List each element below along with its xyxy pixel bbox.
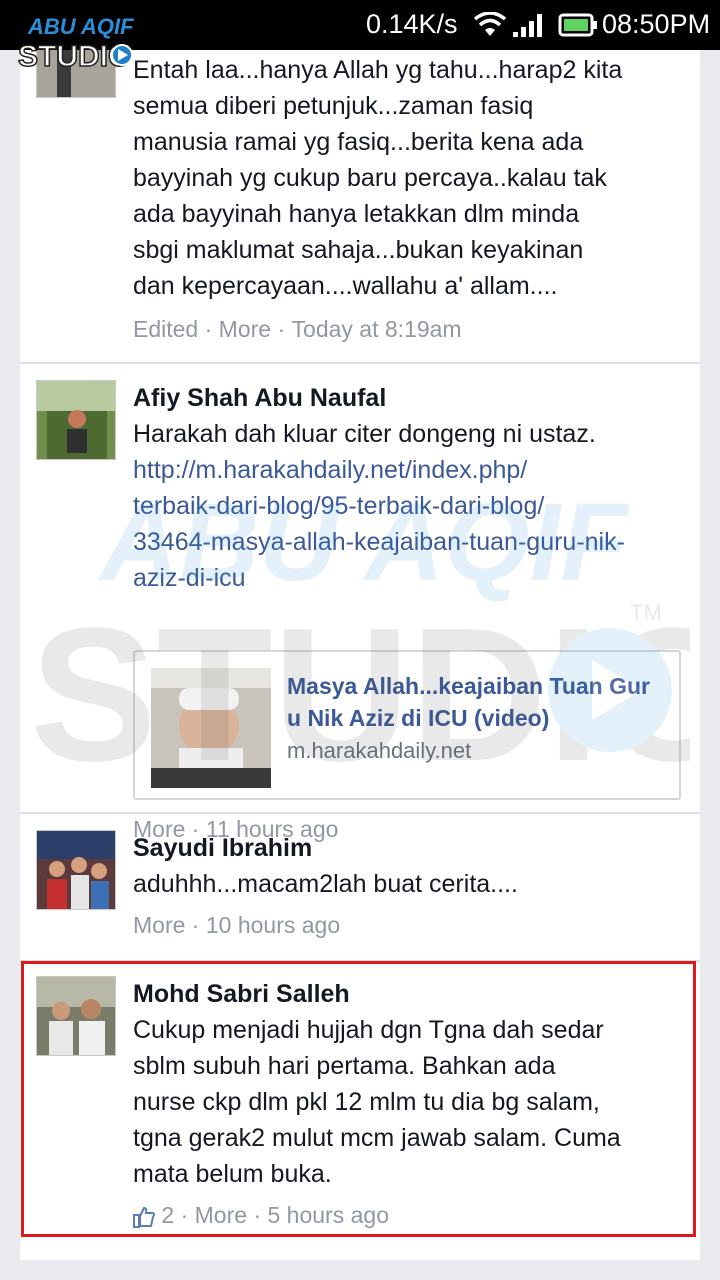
- clock: 08:50PM: [602, 9, 711, 39]
- comment-item: Afiy Shah Abu Naufal Harakah dah kluar c…: [20, 364, 700, 842]
- thumbs-up-icon[interactable]: [133, 1206, 155, 1228]
- preview-domain: m.harakahdaily.net: [287, 738, 472, 763]
- timestamp[interactable]: Today at 8:19am: [292, 316, 462, 343]
- comment-text: Cukup menjadi hujjah dgn Tgna dah sedar …: [133, 1016, 621, 1188]
- comment-link[interactable]: aziz-di-icu: [133, 560, 693, 596]
- wifi-icon: [474, 12, 506, 36]
- signal-icon: [513, 14, 542, 37]
- link-preview-card[interactable]: Masya Allah...keajaiban Tuan Gur u Nik A…: [133, 650, 681, 800]
- comment-link[interactable]: terbaik-dari-blog/95-terbaik-dari-blog/: [133, 488, 693, 524]
- timestamp[interactable]: 5 hours ago: [268, 1202, 389, 1229]
- avatar[interactable]: [36, 380, 116, 460]
- comments-column: Entah laa...hanya Allah yg tahu...harap2…: [20, 50, 700, 1260]
- more-link[interactable]: More: [133, 912, 185, 939]
- network-speed: 0.14K/s: [366, 9, 458, 39]
- comment-link[interactable]: http://m.harakahdaily.net/index.php/: [133, 452, 693, 488]
- battery-icon: [558, 13, 597, 37]
- comment-text: aduhhh...macam2lah buat cerita....: [133, 870, 518, 898]
- comment-meta: More · 10 hours ago: [133, 912, 341, 939]
- comment-item: Mohd Sabri Salleh Cukup menjadi hujjah d…: [20, 962, 700, 1252]
- commenter-name[interactable]: Sayudi Ibrahim: [133, 834, 312, 863]
- studio-logo-icon: ABU AQIF STUDIO: [18, 14, 134, 72]
- comment-link[interactable]: 33464-masya-allah-keajaiban-tuan-guru-ni…: [133, 524, 693, 560]
- comment-meta: 2 · More · 5 hours ago: [133, 1202, 389, 1229]
- more-link[interactable]: More: [195, 1202, 247, 1229]
- preview-thumbnail: [151, 668, 271, 788]
- commenter-name[interactable]: Mohd Sabri Salleh: [133, 980, 350, 1009]
- avatar[interactable]: [36, 830, 116, 910]
- preview-title[interactable]: Masya Allah...keajaiban Tuan Gur u Nik A…: [287, 670, 667, 734]
- comment-meta: Edited · More · Today at 8:19am: [133, 316, 462, 343]
- logo-top-text: ABU AQIF: [27, 14, 134, 39]
- avatar[interactable]: [36, 976, 116, 1056]
- commenter-name[interactable]: Afiy Shah Abu Naufal: [133, 384, 386, 413]
- comment-item: Sayudi Ibrahim aduhhh...macam2lah buat c…: [20, 814, 700, 960]
- timestamp[interactable]: 10 hours ago: [206, 912, 340, 939]
- more-link[interactable]: More: [219, 316, 271, 343]
- comment-text: Entah laa...hanya Allah yg tahu...harap2…: [133, 56, 623, 300]
- like-count[interactable]: 2: [161, 1202, 174, 1229]
- comment-item: Entah laa...hanya Allah yg tahu...harap2…: [20, 50, 700, 362]
- comment-text: Harakah dah kluar citer dongeng ni ustaz…: [133, 416, 693, 596]
- edited-label[interactable]: Edited: [133, 316, 198, 343]
